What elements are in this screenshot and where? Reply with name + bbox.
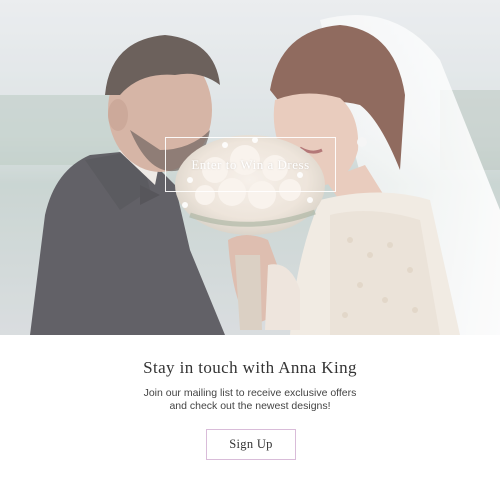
hero-image: Enter to Win a Dress [0,0,500,335]
newsletter-headline: Stay in touch with Anna King [143,358,357,377]
newsletter-section: Stay in touch with Anna King Join our ma… [0,335,500,488]
newsletter-description-line2: and check out the newest designs! [169,400,331,412]
newsletter-description: Join our mailing list to receive exclusi… [0,387,500,413]
sign-up-button[interactable]: Sign Up [206,429,296,460]
newsletter-description-line1: Join our mailing list to receive exclusi… [143,387,357,399]
enter-to-win-button[interactable]: Enter to Win a Dress [165,137,336,192]
